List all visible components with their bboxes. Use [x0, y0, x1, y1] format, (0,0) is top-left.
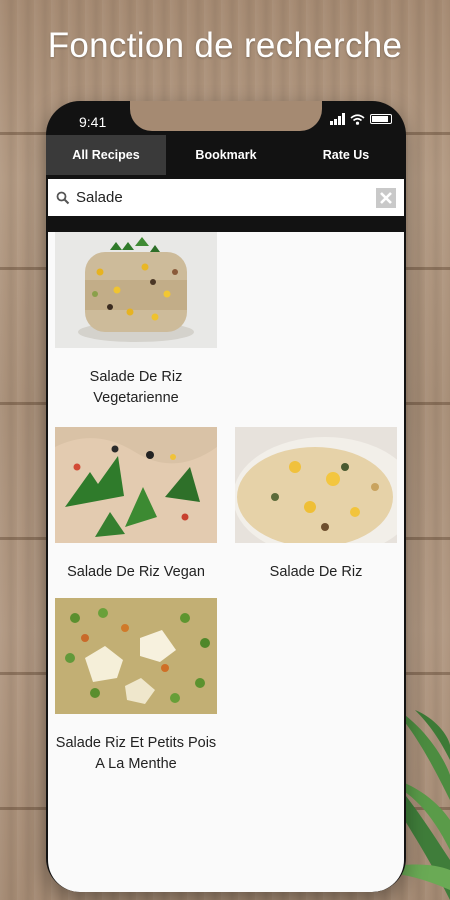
tab-bar: All Recipes Bookmark Rate Us: [46, 135, 406, 175]
close-icon: [380, 191, 392, 204]
tab-all-recipes[interactable]: All Recipes: [46, 135, 166, 175]
battery-icon: [370, 114, 392, 124]
recipe-image: [55, 598, 217, 714]
phone-frame: 9:41 All Recipes Bookmark Rate Us Salade…: [46, 101, 406, 892]
recipe-card[interactable]: Salade De Riz Vegan: [55, 427, 217, 583]
recipe-title: Salade De Riz Vegetarienne: [89, 369, 183, 406]
signal-icon: [330, 113, 345, 125]
recipe-title: Salade De Riz Vegan: [67, 564, 205, 580]
recipe-card[interactable]: Salade De Riz: [235, 427, 397, 583]
recipe-image: [55, 232, 217, 348]
recipe-title: Salade Riz Et Petits Pois A La Menthe: [55, 735, 217, 772]
tab-bookmark[interactable]: Bookmark: [166, 135, 286, 175]
recipe-image: [235, 427, 397, 543]
tab-rate-us[interactable]: Rate Us: [286, 135, 406, 175]
status-icons: [330, 113, 392, 125]
clear-search-button[interactable]: [376, 187, 396, 208]
search-bar: [48, 179, 404, 216]
search-input[interactable]: [76, 189, 376, 206]
banner-title: Fonction de recherche: [47, 26, 403, 65]
status-time: 9:41: [79, 114, 107, 130]
wifi-icon: [350, 113, 365, 125]
recipe-list: Salade De Riz Vegetarienne Salade De Riz…: [48, 232, 404, 892]
recipe-card[interactable]: Salade De Riz Vegetarienne: [55, 232, 217, 409]
recipe-title: Salade De Riz: [269, 564, 363, 580]
phone-notch: [130, 101, 322, 131]
recipe-image: [55, 427, 217, 543]
search-icon: [56, 191, 70, 204]
recipe-card[interactable]: Salade Riz Et Petits Pois A La Menthe: [55, 598, 217, 775]
